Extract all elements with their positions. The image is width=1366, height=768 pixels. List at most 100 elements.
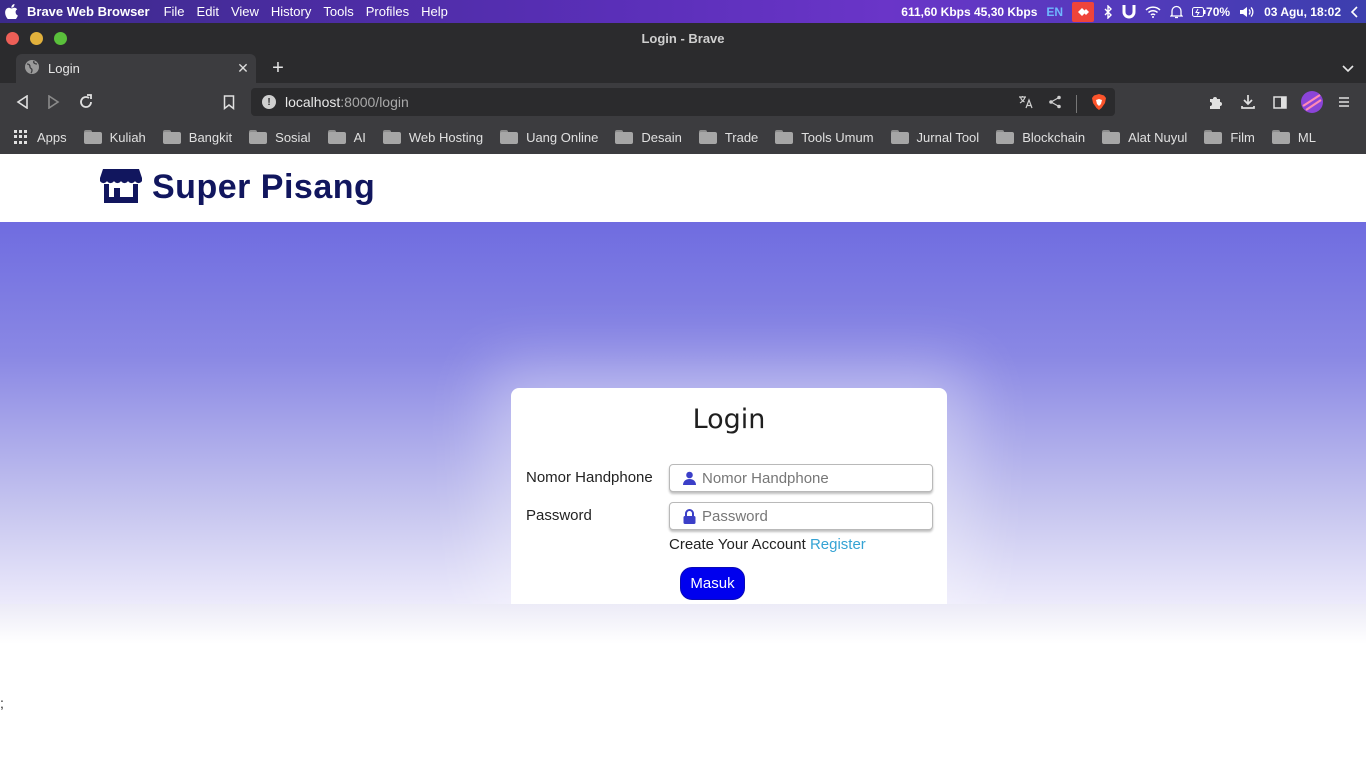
browser-toolbar: ! localhost:8000/login — [0, 83, 1366, 120]
download-icon[interactable] — [1238, 92, 1258, 112]
password-input[interactable] — [702, 507, 922, 525]
bookmark-folder[interactable]: Tools Umum — [775, 129, 874, 145]
anydesk-icon[interactable] — [1072, 1, 1095, 22]
brave-shields-icon[interactable] — [1091, 93, 1107, 114]
clock[interactable]: 03 Agu, 18:02 — [1264, 5, 1341, 19]
bookmark-label: Trade — [724, 129, 759, 145]
chevron-left-icon[interactable] — [1350, 5, 1358, 18]
bluetooth-icon[interactable] — [1103, 4, 1113, 19]
bookmarks-bar: Apps Kuliah Bangkit Sosial AI Web Hostin… — [0, 120, 1366, 154]
lock-icon — [681, 508, 697, 524]
bookmark-label: Apps — [37, 129, 67, 145]
site-info-icon[interactable]: ! — [262, 95, 276, 109]
login-card: Login Nomor Handphone Password Create Yo… — [511, 388, 947, 616]
url-host: localhost — [285, 94, 341, 110]
new-tab-button[interactable]: + — [268, 58, 288, 78]
menu-profiles[interactable]: Profiles — [366, 4, 409, 19]
folder-icon — [698, 130, 717, 144]
bookmark-label: Jurnal Tool — [916, 129, 980, 145]
bookmark-folder[interactable]: AI — [327, 129, 366, 145]
window-titlebar: Login - Brave — [0, 23, 1366, 54]
bookmark-folder[interactable]: Bangkit — [162, 129, 233, 145]
bookmark-folder[interactable]: Kuliah — [83, 129, 146, 145]
extensions-puzzle-icon[interactable] — [1206, 92, 1226, 112]
bookmark-folder[interactable]: Trade — [698, 129, 759, 145]
forward-button[interactable] — [44, 92, 64, 112]
bookmark-folder[interactable]: Blockchain — [996, 130, 1085, 145]
tab-close-icon[interactable]: ✕ — [234, 60, 252, 77]
sidebar-toggle-icon[interactable] — [1270, 92, 1290, 112]
url-text[interactable]: localhost:8000/login — [285, 94, 409, 110]
window-title: Login - Brave — [641, 31, 725, 46]
bookmark-label: Alat Nuyul — [1128, 129, 1188, 145]
register-link[interactable]: Register — [810, 536, 866, 553]
bookmark-apps[interactable]: Apps — [14, 130, 67, 145]
reload-button[interactable] — [76, 92, 96, 112]
folder-icon — [327, 130, 346, 144]
folder-icon — [1204, 130, 1223, 144]
menu-edit[interactable]: Edit — [197, 4, 219, 19]
address-bar[interactable]: ! localhost:8000/login — [251, 88, 1115, 116]
menu-tools[interactable]: Tools — [323, 4, 353, 19]
input-language[interactable]: EN — [1046, 5, 1063, 19]
password-label: Password — [526, 507, 592, 524]
menu-history[interactable]: History — [271, 4, 311, 19]
bookmark-label: Blockchain — [1022, 129, 1086, 145]
bookmark-folder[interactable]: Uang Online — [500, 130, 598, 145]
network-speed[interactable]: 611,60 Kbps 45,30 Kbps — [901, 5, 1037, 19]
battery-percent: 70% — [1206, 4, 1231, 19]
tab-login[interactable]: Login ✕ — [16, 54, 256, 83]
back-button[interactable] — [12, 92, 32, 112]
folder-icon — [890, 130, 909, 144]
hero-bottom-fade — [0, 604, 1366, 644]
profile-avatar[interactable] — [1300, 90, 1324, 114]
bookmark-label: Bangkit — [188, 129, 233, 145]
app-name-menu[interactable]: Brave Web Browser — [27, 4, 150, 19]
notification-bell-icon[interactable] — [1170, 5, 1184, 19]
bookmark-folder[interactable]: ML — [1271, 130, 1316, 145]
volume-icon[interactable] — [1239, 6, 1255, 18]
main-menu-icon[interactable] — [1334, 92, 1354, 112]
bookmark-folder[interactable]: Web Hosting — [382, 129, 484, 145]
folder-icon — [615, 130, 634, 144]
tab-search-chevron-icon[interactable] — [1342, 61, 1354, 76]
share-icon[interactable] — [1048, 95, 1062, 112]
page-viewport: Super Pisang Login Nomor Handphone Passw… — [0, 154, 1366, 768]
wifi-icon[interactable] — [1145, 5, 1161, 18]
menu-help[interactable]: Help — [421, 4, 448, 19]
apple-icon[interactable] — [5, 4, 19, 20]
site-logo[interactable]: Super Pisang — [100, 168, 375, 207]
bookmark-folder[interactable]: Alat Nuyul — [1102, 130, 1187, 145]
tab-strip: Login ✕ + — [0, 54, 1366, 83]
phone-input[interactable] — [702, 469, 922, 487]
folder-icon — [162, 130, 181, 144]
bookmark-label: AI — [353, 129, 366, 145]
menu-file[interactable]: File — [164, 4, 185, 19]
bookmark-label: Web Hosting — [408, 129, 484, 145]
login-submit-button[interactable]: Masuk — [680, 567, 745, 600]
bookmark-label: Tools Umum — [801, 129, 874, 145]
translate-icon[interactable] — [1018, 95, 1034, 112]
bookmark-label: Kuliah — [109, 129, 146, 145]
bookmark-folder[interactable]: Film — [1204, 130, 1255, 145]
bookmark-label: Sosial — [275, 129, 311, 145]
battery-icon[interactable]: 70% — [1192, 5, 1230, 19]
bookmark-label: Desain — [641, 129, 682, 145]
system-menubar: Brave Web Browser File Edit View History… — [0, 0, 1366, 23]
bookmark-folder[interactable]: Desain — [615, 129, 682, 145]
store-icon — [100, 168, 142, 207]
password-field[interactable] — [669, 502, 933, 530]
folder-icon — [1102, 130, 1121, 144]
magnet-icon[interactable] — [1122, 4, 1136, 20]
bookmark-icon[interactable] — [219, 92, 239, 112]
hero-background: Login Nomor Handphone Password Create Yo… — [0, 222, 1366, 616]
phone-field[interactable] — [669, 464, 933, 492]
menu-view[interactable]: View — [231, 4, 259, 19]
omnibox-divider — [1076, 94, 1077, 113]
login-heading: Login — [692, 404, 766, 435]
create-account-label: Create Your Account — [669, 536, 806, 553]
bookmark-folder[interactable]: Sosial — [249, 129, 311, 145]
bookmark-folder[interactable]: Jurnal Tool — [890, 129, 980, 145]
globe-icon — [24, 59, 40, 78]
url-path: :8000/login — [340, 94, 409, 110]
